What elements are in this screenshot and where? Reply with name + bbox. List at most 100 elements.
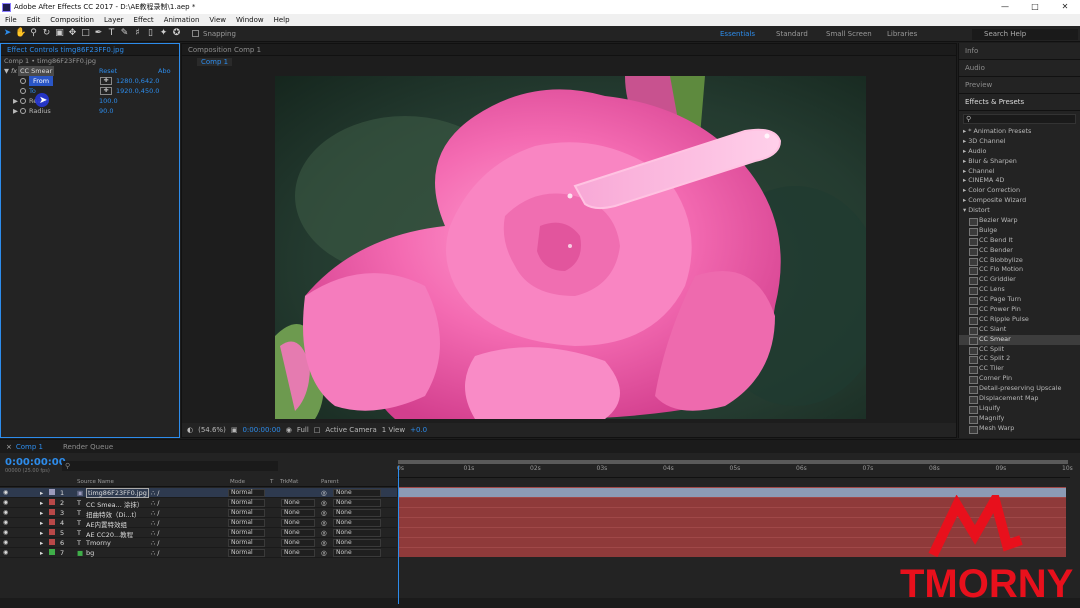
prop-value[interactable]: 1280.0,642.0	[116, 76, 159, 86]
layer-switches[interactable]: ∴ /	[151, 519, 159, 527]
layer-switches[interactable]: ∴ /	[151, 549, 159, 557]
visibility-eye-icon[interactable]: ◉	[3, 539, 8, 546]
stopwatch-icon[interactable]	[20, 108, 26, 114]
fx-effect-item[interactable]: CC Flo Motion	[959, 265, 1080, 276]
layer-switches[interactable]: ∴ /	[151, 499, 159, 507]
fx-category[interactable]: ▸ Composite Wizard	[959, 196, 1080, 206]
fx-effect-item[interactable]: Liquify	[959, 404, 1080, 414]
fx-effect-item[interactable]: CC Smear	[959, 334, 1080, 345]
pen-tool-icon[interactable]: ✒	[93, 28, 104, 39]
fx-effect-item[interactable]: Bulge	[959, 226, 1080, 236]
fx-icon[interactable]: fx	[11, 66, 17, 76]
parent-dropdown[interactable]: None	[333, 489, 381, 497]
pan-behind-tool-icon[interactable]: ✥	[67, 28, 78, 39]
visibility-eye-icon[interactable]: ◉	[3, 509, 8, 516]
stopwatch-icon[interactable]	[20, 78, 26, 84]
fx-category[interactable]: ▸ Blur & Sharpen	[959, 157, 1080, 167]
workspace-standard[interactable]: Standard	[776, 30, 808, 38]
twirl-arrow-icon[interactable]: ▸	[40, 509, 43, 517]
fit-icon[interactable]: ▣	[231, 426, 238, 434]
col-source-name[interactable]: Source Name	[77, 479, 114, 485]
effects-search-input[interactable]: ⚲	[963, 114, 1076, 124]
fx-effect-item[interactable]: Displacement Map	[959, 394, 1080, 404]
pickwhip-icon[interactable]: ◎	[321, 549, 327, 557]
prop-value[interactable]: 100.0	[99, 96, 118, 106]
fx-effect-item[interactable]: Corner Pin	[959, 374, 1080, 385]
label-color-swatch[interactable]	[49, 519, 55, 525]
col-t[interactable]: T	[270, 479, 273, 485]
layer-switches[interactable]: ∴ /	[151, 529, 159, 537]
fx-effect-item[interactable]: CC Slant	[959, 325, 1080, 335]
visibility-eye-icon[interactable]: ◉	[3, 489, 8, 496]
fx-category[interactable]: ▸ Color Correction	[959, 186, 1080, 196]
layer-row[interactable]: ◉ ▸ 5 T AE CC20...教程 ∴ / Normal None ◎ None	[0, 528, 397, 539]
tab-render-queue[interactable]: Render Queue	[63, 443, 113, 451]
parent-dropdown[interactable]: None	[333, 519, 381, 527]
fx-effect-item[interactable]: CC Bender	[959, 246, 1080, 256]
trkmat-dropdown[interactable]: None	[281, 549, 315, 557]
type-tool-icon[interactable]: T	[106, 28, 117, 39]
label-color-swatch[interactable]	[49, 509, 55, 515]
fx-category-open[interactable]: ▾ Distort	[959, 206, 1080, 216]
fx-effect-item[interactable]: CC Power Pin	[959, 305, 1080, 315]
fx-effect-item[interactable]: Mesh Warp	[959, 424, 1080, 434]
always-preview-icon[interactable]: ◐	[187, 426, 193, 434]
stopwatch-icon[interactable]	[20, 98, 26, 104]
comp-subtab[interactable]: Comp 1	[197, 58, 233, 66]
snapshot-icon[interactable]: ◉	[286, 426, 292, 434]
pickwhip-icon[interactable]: ◎	[321, 539, 327, 547]
menu-layer[interactable]: Layer	[99, 16, 129, 24]
fx-category[interactable]: ▸ 3D Channel	[959, 137, 1080, 147]
label-color-swatch[interactable]	[49, 539, 55, 545]
mode-dropdown[interactable]: Normal	[228, 529, 265, 537]
twirl-arrow-icon[interactable]: ▸	[40, 489, 43, 497]
tab-comp-1[interactable]: Comp 1	[16, 443, 63, 451]
col-trkmat[interactable]: TrkMat	[280, 479, 298, 485]
rotate-tool-icon[interactable]: ↻	[41, 28, 52, 39]
layer-name[interactable]: timg86F23FF0.jpg	[86, 488, 149, 498]
fx-effect-item[interactable]: Detail-preserving Upscale	[959, 384, 1080, 395]
hand-tool-icon[interactable]: ✋	[15, 28, 26, 39]
crosshair-icon[interactable]: ✚	[100, 87, 112, 95]
trkmat-dropdown[interactable]: None	[281, 499, 315, 507]
info-panel-header[interactable]: Info	[959, 43, 1080, 60]
fx-effect-item[interactable]: Bezier Warp	[959, 216, 1080, 226]
brush-tool-icon[interactable]: ✎	[119, 28, 130, 39]
preview-panel-header[interactable]: Preview	[959, 77, 1080, 94]
mode-dropdown[interactable]: Normal	[228, 519, 265, 527]
layer-name[interactable]: bg	[86, 549, 94, 557]
pickwhip-icon[interactable]: ◎	[321, 509, 327, 517]
fx-effect-item[interactable]: CC Tiler	[959, 364, 1080, 375]
mode-dropdown[interactable]: Normal	[228, 549, 265, 557]
audio-panel-header[interactable]: Audio	[959, 60, 1080, 77]
menu-help[interactable]: Help	[269, 16, 295, 24]
mode-dropdown[interactable]: Normal	[228, 499, 265, 507]
col-parent[interactable]: Parent	[321, 479, 339, 485]
layer-switches[interactable]: ∴ /	[151, 539, 159, 547]
layer-row[interactable]: ◉ ▸ 2 T CC Smea... 涂抹） ∴ / Normal None ◎ None	[0, 498, 397, 509]
menu-view[interactable]: View	[204, 16, 231, 24]
workspace-essentials[interactable]: Essentials	[720, 30, 755, 38]
visibility-eye-icon[interactable]: ◉	[3, 549, 8, 556]
fx-effect-item[interactable]: CC Split 2	[959, 354, 1080, 365]
maximize-icon[interactable]: □	[1020, 0, 1050, 14]
label-color-swatch[interactable]	[49, 549, 55, 555]
twirl-arrow-icon[interactable]: ▸	[40, 549, 43, 557]
label-color-swatch[interactable]	[49, 529, 55, 535]
fx-effect-item[interactable]: CC Page Turn	[959, 295, 1080, 306]
clone-stamp-tool-icon[interactable]: ♯	[132, 28, 143, 39]
twirl-arrow-icon[interactable]: ▸	[40, 539, 43, 547]
parent-dropdown[interactable]: None	[333, 499, 381, 507]
search-help-field[interactable]: Search Help	[972, 29, 1078, 40]
parent-dropdown[interactable]: None	[333, 539, 381, 547]
menu-window[interactable]: Window	[231, 16, 269, 24]
rectangle-tool-icon[interactable]: □	[80, 28, 91, 39]
fx-effect-item[interactable]: CC Bend It	[959, 236, 1080, 246]
work-area-bar[interactable]	[398, 460, 1068, 464]
prop-label[interactable]: To	[29, 86, 36, 96]
twirl-arrow-icon[interactable]: ▸	[40, 529, 43, 537]
expand-arrow-icon[interactable]: ▶	[13, 96, 18, 106]
composition-canvas-rose-image[interactable]	[275, 76, 866, 419]
time-ruler[interactable]: 0s 01s 02s 03s 04s 05s 06s 07s 08s 09s 10s	[397, 462, 1073, 478]
mode-dropdown[interactable]: Normal	[228, 509, 265, 517]
